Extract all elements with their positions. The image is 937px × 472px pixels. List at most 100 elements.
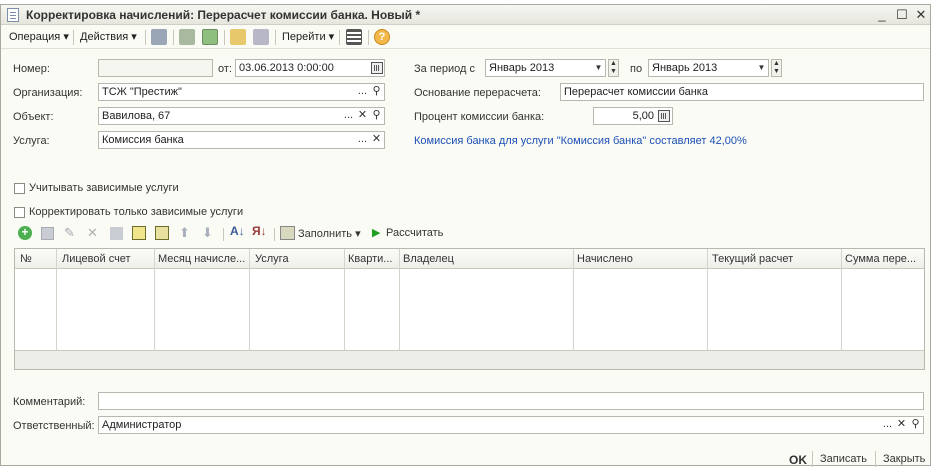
delete-row-icon[interactable]: ✕ — [87, 225, 98, 241]
period-from-field[interactable]: Январь 2013 — [485, 59, 606, 77]
window-title: Корректировка начислений: Перерасчет ком… — [26, 8, 421, 22]
only-dependent-checkbox[interactable] — [14, 207, 25, 218]
structure-icon[interactable] — [253, 29, 269, 45]
toolbar-separator — [368, 30, 369, 45]
period-to-spinner[interactable]: ▲ ▼ — [771, 59, 782, 77]
column-header[interactable]: № — [20, 253, 54, 265]
period-to-field[interactable]: Январь 2013 — [648, 59, 769, 77]
object-select-button[interactable]: ... — [342, 108, 355, 124]
save-button[interactable]: Записать — [820, 453, 867, 465]
comment-field[interactable] — [98, 392, 924, 410]
chevron-down-icon: ▾ — [131, 31, 137, 43]
responsible-clear-icon[interactable]: ✕ — [895, 417, 908, 433]
calculator-icon[interactable] — [658, 110, 670, 122]
create-based-on-icon[interactable] — [230, 29, 246, 45]
chevron-down-icon: ▾ — [355, 228, 361, 240]
spin-up-icon: ▲ — [773, 60, 780, 67]
movements-icon[interactable] — [179, 29, 195, 45]
service-clear-icon[interactable]: ✕ — [370, 132, 383, 148]
refresh-icon[interactable] — [202, 29, 218, 45]
object-clear-icon[interactable]: ✕ — [356, 108, 369, 124]
responsible-field[interactable]: Администратор — [98, 416, 924, 434]
responsible-value: Администратор — [102, 419, 182, 431]
close-window-button[interactable]: ✕ — [913, 7, 929, 23]
operation-menu[interactable]: Операция ▾ — [9, 30, 69, 43]
column-header[interactable]: Месяц начисле... — [158, 253, 249, 265]
responsible-label: Ответственный: — [13, 420, 95, 432]
period-to-value: Январь 2013 — [652, 62, 718, 74]
responsible-search-icon[interactable]: ⚲ — [909, 417, 922, 433]
percent-label: Процент комиссии банка: — [414, 111, 545, 123]
toolbar-separator — [173, 30, 174, 45]
spin-down-icon: ▼ — [610, 68, 617, 75]
end-edit-icon[interactable] — [110, 227, 123, 240]
organization-search-icon[interactable]: ⚲ — [370, 84, 383, 100]
maximize-button[interactable]: ☐ — [894, 7, 910, 23]
column-header[interactable]: Услуга — [255, 253, 343, 265]
accruals-table[interactable]: № Лицевой счет Месяц начисле... Услуга К… — [14, 248, 925, 370]
move-up-icon[interactable]: ⬆ — [179, 225, 190, 241]
edit-row-icon[interactable]: ✎ — [64, 225, 75, 241]
date-label: от: — [218, 63, 232, 75]
move-rows-icon[interactable] — [155, 226, 169, 240]
organization-field[interactable]: ТСЖ "Престиж" — [98, 83, 385, 101]
period-from-label: За период с — [414, 63, 476, 75]
calculate-button[interactable]: Рассчитать — [386, 227, 443, 239]
minimize-button[interactable]: _ — [874, 7, 890, 23]
add-row-icon[interactable]: + — [18, 226, 32, 240]
fill-menu[interactable]: Заполнить ▾ — [298, 227, 361, 240]
calendar-icon[interactable] — [371, 62, 383, 74]
help-icon[interactable]: ? — [374, 29, 390, 45]
goto-menu-label: Перейти — [282, 31, 326, 43]
play-icon[interactable]: ▶ — [372, 226, 380, 239]
copy-row-icon[interactable] — [41, 227, 54, 240]
service-label: Услуга: — [13, 135, 50, 147]
sort-descending-icon[interactable]: Я↓ — [252, 224, 267, 238]
add-column-icon[interactable] — [132, 226, 146, 240]
close-button[interactable]: Закрыть — [883, 453, 925, 465]
object-search-icon[interactable]: ⚲ — [370, 108, 383, 124]
column-header[interactable]: Текущий расчет — [712, 253, 840, 265]
only-dependent-label[interactable]: Корректировать только зависимые услуги — [29, 206, 243, 218]
fill-menu-label: Заполнить — [298, 228, 353, 240]
basis-value: Перерасчет комиссии банка — [564, 86, 708, 98]
table-toolbar-separator — [274, 228, 275, 241]
period-to-label: по — [630, 63, 643, 75]
ok-button[interactable]: OK — [789, 453, 807, 467]
column-header[interactable]: Кварти... — [348, 253, 398, 265]
actions-menu[interactable]: Действия ▾ — [80, 30, 137, 43]
dependent-services-label[interactable]: Учитывать зависимые услуги — [29, 182, 179, 194]
column-header[interactable]: Владелец — [403, 253, 573, 265]
document-window: Корректировка начислений: Перерасчет ком… — [0, 4, 931, 467]
goto-menu[interactable]: Перейти ▾ — [282, 30, 334, 43]
fill-icon[interactable] — [280, 226, 295, 240]
period-from-dropdown-icon[interactable]: ▼ — [592, 60, 605, 76]
column-header[interactable]: Сумма пере... — [845, 253, 921, 265]
table-toolbar-separator — [223, 228, 224, 241]
column-header[interactable]: Начислено — [577, 253, 705, 265]
service-field[interactable]: Комиссия банка — [98, 131, 385, 149]
responsible-select-button[interactable]: ... — [881, 417, 894, 433]
table-header: № Лицевой счет Месяц начисле... Услуга К… — [15, 249, 924, 269]
period-from-spinner[interactable]: ▲ ▼ — [608, 59, 619, 77]
organization-select-button[interactable]: ... — [356, 84, 369, 100]
actions-menu-label: Действия — [80, 31, 129, 43]
dependent-services-checkbox[interactable] — [14, 183, 25, 194]
column-header[interactable]: Лицевой счет — [62, 253, 152, 265]
main-toolbar: Операция ▾ Действия ▾ Перейти ▾ ? — [1, 26, 930, 49]
basis-field[interactable]: Перерасчет комиссии банка — [560, 83, 924, 101]
sort-ascending-icon[interactable]: A↓ — [230, 224, 245, 238]
percent-value: 5,00 — [632, 110, 654, 122]
number-field[interactable] — [98, 59, 213, 77]
service-select-button[interactable]: ... — [356, 132, 369, 148]
spin-down-icon: ▼ — [773, 68, 780, 75]
list-settings-icon[interactable] — [346, 29, 362, 45]
move-down-icon[interactable]: ⬇ — [202, 225, 213, 241]
number-label: Номер: — [13, 63, 50, 75]
period-to-dropdown-icon[interactable]: ▼ — [755, 60, 768, 76]
table-footer — [15, 350, 924, 369]
date-field[interactable]: 03.06.2013 0:00:00 — [235, 59, 385, 77]
comment-label: Комментарий: — [13, 396, 86, 408]
post-document-icon[interactable] — [151, 29, 167, 45]
chevron-down-icon: ▾ — [328, 31, 335, 43]
